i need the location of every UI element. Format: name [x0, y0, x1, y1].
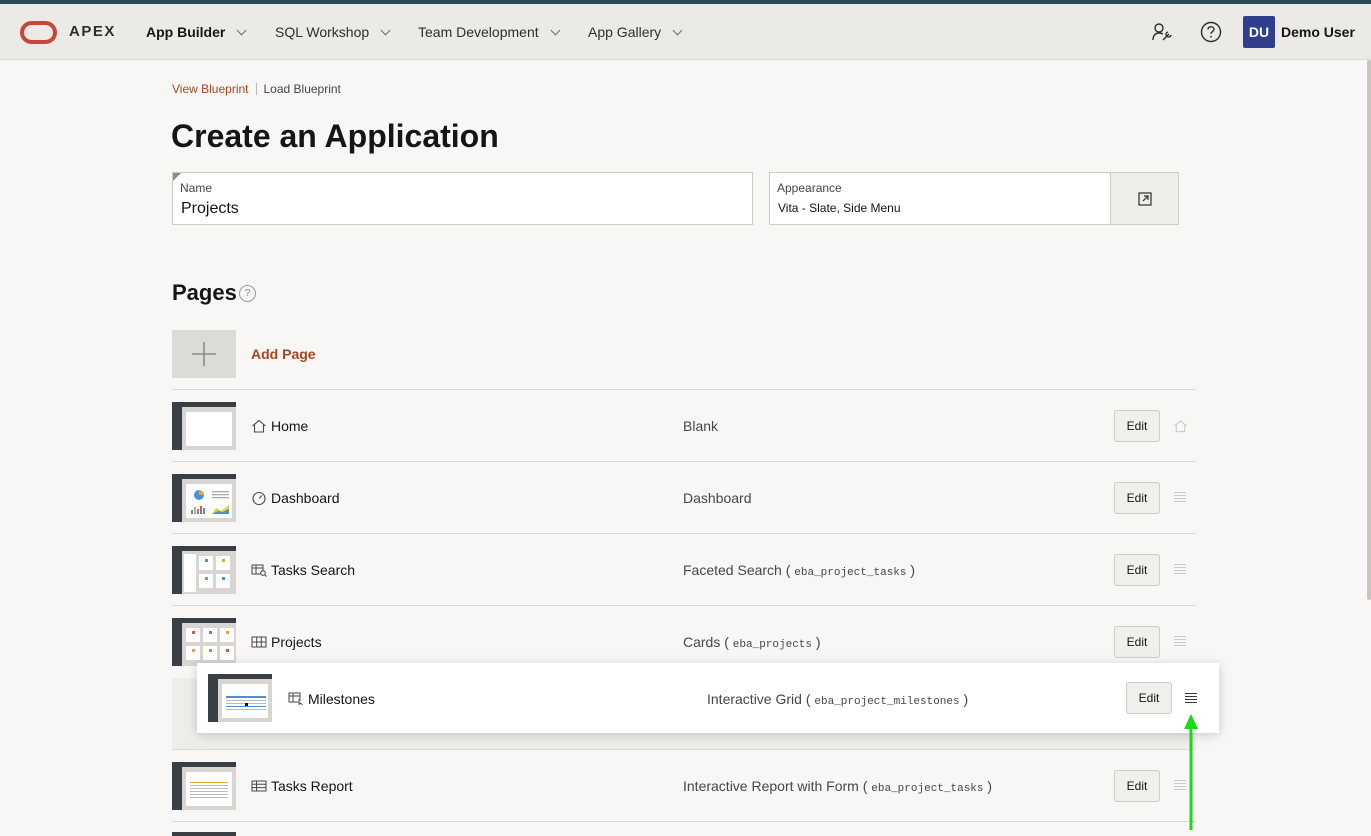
nav-label: App Gallery	[588, 24, 662, 40]
chevron-down-icon	[672, 25, 683, 35]
edit-button[interactable]: Edit	[1114, 554, 1160, 586]
page-row-milestones-dragging[interactable]: Milestones Interactive Grid ( eba_projec…	[197, 663, 1219, 733]
page-thumbnail	[172, 474, 236, 522]
breadcrumb-current: Load Blueprint	[263, 82, 341, 96]
page-type: Dashboard	[683, 490, 752, 506]
page-name: Dashboard	[271, 490, 340, 506]
avatar[interactable]: DU	[1243, 16, 1275, 48]
edit-button[interactable]: Edit	[1114, 626, 1160, 658]
drag-handle-icon[interactable]	[1185, 693, 1197, 703]
page-name: Home	[271, 418, 309, 434]
page-name: Tasks Search	[271, 562, 356, 578]
chevron-down-icon	[236, 25, 247, 35]
nav-sql-workshop[interactable]: SQL Workshop	[275, 24, 391, 40]
page-row-dashboard: Dashboard Dashboard Edit	[172, 462, 1196, 534]
chevron-down-icon	[550, 25, 561, 35]
nav-app-builder[interactable]: App Builder	[146, 24, 247, 40]
page-type: Faceted Search ( eba_project_tasks )	[683, 562, 916, 579]
edit-button[interactable]: Edit	[1114, 410, 1160, 442]
page-name: Tasks Report	[271, 778, 353, 794]
apex-brand[interactable]: APEX	[69, 23, 116, 40]
grid-icon	[288, 692, 303, 705]
add-page-tile[interactable]	[172, 330, 236, 378]
page-title: Create an Application	[171, 118, 499, 154]
app-header: APEX App Builder SQL Workshop Team Devel…	[0, 4, 1371, 60]
table-name: eba_project_tasks	[794, 567, 907, 579]
report-icon	[251, 780, 267, 792]
nav-label: Team Development	[418, 24, 539, 40]
drag-handle-icon[interactable]	[1174, 492, 1186, 502]
pages-heading: Pages	[172, 280, 237, 305]
breadcrumb-separator	[255, 83, 257, 95]
breadcrumb-link-view-blueprint[interactable]: View Blueprint	[172, 82, 249, 96]
appearance-value: Vita - Slate, Side Menu	[778, 201, 901, 215]
add-page-button[interactable]: Add Page	[251, 346, 316, 362]
page-type: Interactive Grid ( eba_project_milestone…	[707, 691, 969, 708]
breadcrumb: View Blueprint Load Blueprint	[172, 82, 341, 96]
page-name: Milestones	[308, 691, 375, 707]
edit-button[interactable]: Edit	[1114, 482, 1160, 514]
external-popup-icon	[1137, 191, 1152, 206]
user-name[interactable]: Demo User	[1281, 24, 1355, 40]
home-icon	[252, 419, 266, 433]
table-name: eba_projects	[732, 639, 813, 651]
page-thumbnail	[172, 762, 236, 810]
name-field-label: Name	[180, 181, 213, 195]
required-indicator	[173, 173, 181, 181]
drag-handle-icon[interactable]	[1174, 636, 1186, 646]
appearance-field: Appearance Vita - Slate, Side Menu	[769, 172, 1111, 225]
pages-help-icon[interactable]: ?	[239, 285, 256, 302]
table-name: eba_project_tasks	[871, 783, 984, 795]
page-type: Interactive Report with Form ( eba_proje…	[683, 778, 993, 795]
dashboard-icon	[252, 491, 266, 505]
edit-button[interactable]: Edit	[1114, 770, 1160, 802]
nav-team-development[interactable]: Team Development	[418, 24, 561, 40]
nav-app-gallery[interactable]: App Gallery	[588, 24, 683, 40]
table-name: eba_project_milestones	[814, 696, 960, 708]
home-page-marker-icon	[1174, 420, 1187, 433]
faceted-search-icon	[251, 564, 267, 577]
drag-handle-icon[interactable]	[1174, 564, 1186, 574]
page-row-tasks-report: Tasks Report Interactive Report with For…	[172, 750, 1196, 822]
page-name: Projects	[271, 634, 322, 650]
edit-button[interactable]: Edit	[1126, 682, 1172, 714]
name-field[interactable]: Name	[172, 172, 753, 225]
name-input[interactable]	[181, 200, 741, 218]
page-thumbnail	[172, 546, 236, 594]
page-type: Blank	[683, 418, 719, 434]
nav-label: SQL Workshop	[275, 24, 370, 40]
page-thumbnail	[172, 618, 236, 666]
admin-wrench-icon[interactable]	[1151, 21, 1173, 43]
next-row-thumbnail-edge	[172, 832, 236, 836]
appearance-field-label: Appearance	[777, 181, 842, 195]
page-type: Cards ( eba_projects )	[683, 634, 821, 651]
page-row-home: Home Blank Edit	[172, 390, 1196, 462]
page-thumbnail	[172, 402, 236, 450]
cards-icon	[251, 636, 267, 648]
page-thumbnail	[208, 674, 272, 722]
scrollbar[interactable]	[1367, 60, 1371, 600]
help-icon[interactable]	[1200, 21, 1222, 43]
divider	[172, 821, 1196, 822]
plus-icon	[192, 342, 216, 366]
nav-label: App Builder	[146, 24, 226, 40]
appearance-popup-button[interactable]	[1110, 172, 1179, 225]
chevron-down-icon	[380, 25, 391, 35]
page-row-tasks-search: Tasks Search Faceted Search ( eba_projec…	[172, 534, 1196, 606]
oracle-logo[interactable]	[20, 21, 57, 44]
annotation-arrow-icon	[1184, 714, 1198, 830]
